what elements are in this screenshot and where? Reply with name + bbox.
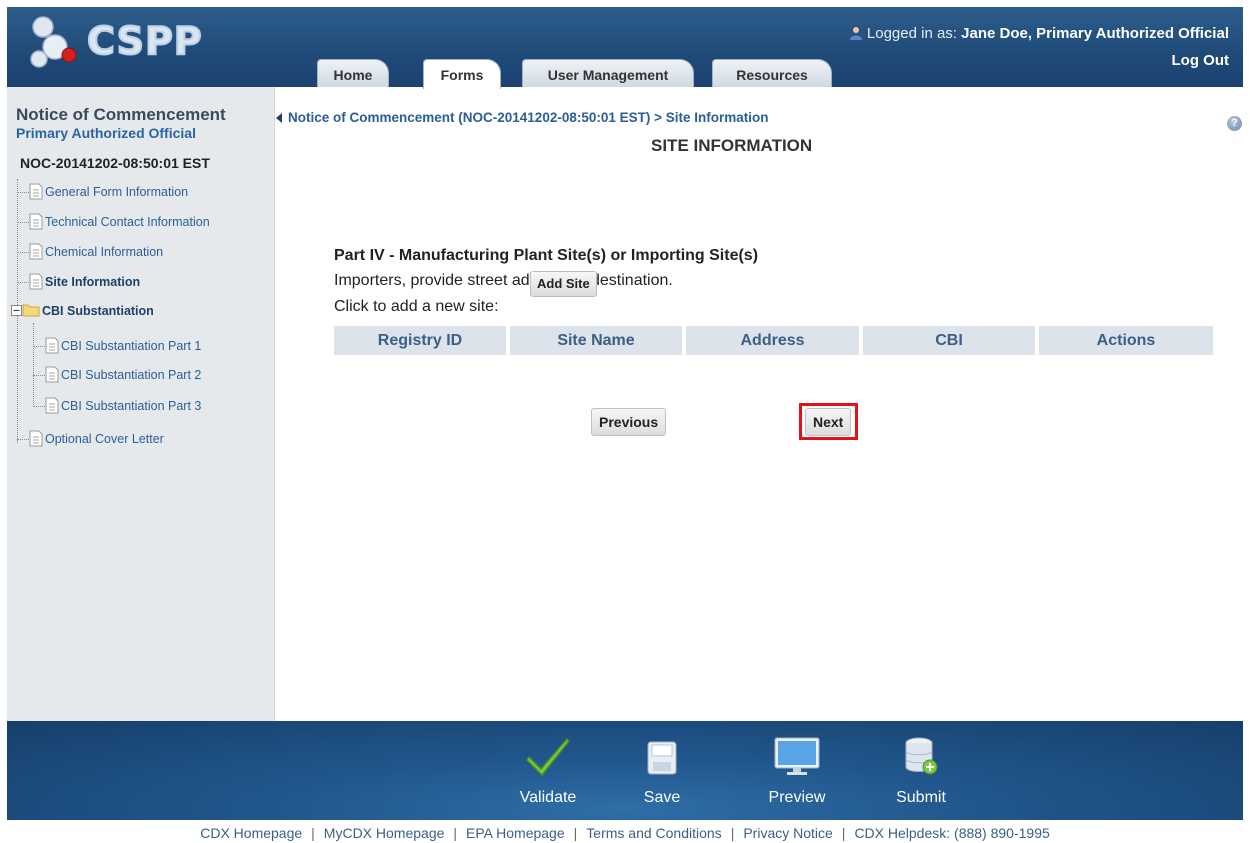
validate-button[interactable]: Validate <box>503 721 593 820</box>
sidebar-item-label: CBI Substantiation Part 3 <box>61 399 202 413</box>
logged-in-prefix: Logged in as: <box>866 25 957 42</box>
cspp-logo[interactable]: CSPP <box>25 13 225 73</box>
help-icon[interactable]: ? <box>1227 116 1242 131</box>
tree-branch <box>17 282 29 283</box>
column-header-site-name[interactable]: Site Name <box>510 326 682 355</box>
submit-label: Submit <box>896 789 946 806</box>
form-navigation-sidebar: Notice of Commencement Primary Authorize… <box>7 87 275 721</box>
document-icon <box>29 213 43 230</box>
save-button[interactable]: Save <box>627 721 697 820</box>
tab-forms[interactable]: Forms <box>423 59 501 89</box>
sidebar-item-cbi-substantiation[interactable]: CBI Substantiation <box>11 303 154 318</box>
footer-separator: | <box>730 825 735 841</box>
column-header-cbi[interactable]: CBI <box>863 326 1035 355</box>
site-table-header: Registry ID Site Name Address CBI Action… <box>334 326 1213 355</box>
sidebar-title: Notice of Commencement <box>16 105 226 124</box>
sidebar-item-technical-contact-information[interactable]: Technical Contact Information <box>17 213 210 230</box>
tree-branch <box>17 192 29 193</box>
tree-branch <box>33 346 45 347</box>
footer-link-epa-homepage[interactable]: EPA Homepage <box>466 825 565 841</box>
footer-link-privacy-notice[interactable]: Privacy Notice <box>743 825 832 841</box>
document-icon <box>45 397 59 414</box>
header-bar: CSPP Logged in as: Jane Doe, Primary Aut… <box>7 7 1243 89</box>
sidebar-role: Primary Authorized Official <box>16 125 196 141</box>
tab-resources[interactable]: Resources <box>712 59 832 87</box>
sidebar-item-general-form-information[interactable]: General Form Information <box>17 183 188 200</box>
sidebar-item-site-information[interactable]: Site Information <box>17 273 140 290</box>
tab-home[interactable]: Home <box>317 59 389 87</box>
document-icon <box>45 337 59 354</box>
part-title: Part IV - Manufacturing Plant Site(s) or… <box>334 247 759 264</box>
next-button[interactable]: Next <box>805 408 852 436</box>
monitor-icon <box>774 737 820 775</box>
sidebar-item-chemical-information[interactable]: Chemical Information <box>17 243 163 260</box>
save-label: Save <box>643 789 681 806</box>
form-action-bar: Validate Save Preview Submit <box>7 721 1243 820</box>
collapse-sidebar-arrow-icon[interactable] <box>276 113 282 123</box>
footer-separator: | <box>311 825 315 841</box>
document-icon <box>45 366 59 383</box>
sidebar-item-cbi-substantiation-part-3[interactable]: CBI Substantiation Part 3 <box>33 397 201 414</box>
floppy-disk-icon <box>647 741 677 775</box>
page-title: SITE INFORMATION <box>651 136 813 155</box>
document-icon <box>29 243 43 260</box>
preview-label: Preview <box>768 789 826 806</box>
column-header-address[interactable]: Address <box>686 326 859 355</box>
sidebar-item-label: CBI Substantiation <box>42 304 154 318</box>
document-icon <box>29 273 43 290</box>
sidebar-item-label: CBI Substantiation Part 1 <box>61 339 202 353</box>
footer-link-cdx-homepage[interactable]: CDX Homepage <box>200 825 302 841</box>
tree-branch <box>17 222 29 223</box>
form-id: NOC-20141202-08:50:01 EST <box>20 155 210 171</box>
tree-branch <box>17 439 29 440</box>
sidebar-item-label: Optional Cover Letter <box>45 432 164 446</box>
tab-user-management[interactable]: User Management <box>522 59 694 87</box>
footer-links: CDX Homepage | MyCDX Homepage | EPA Homepage… <box>0 825 1250 841</box>
tree-branch <box>33 406 45 407</box>
sidebar-item-label: CBI Substantiation Part 2 <box>61 368 202 382</box>
footer-link-terms-and-conditions[interactable]: Terms and Conditions <box>586 825 721 841</box>
column-header-actions[interactable]: Actions <box>1039 326 1213 355</box>
document-icon <box>29 183 43 200</box>
sidebar-item-optional-cover-letter[interactable]: Optional Cover Letter <box>17 430 164 447</box>
document-icon <box>29 430 43 447</box>
collapse-minus-icon[interactable] <box>11 305 22 316</box>
add-site-prompt: Click to add a new site: <box>334 298 499 315</box>
breadcrumb[interactable]: Notice of Commencement (NOC-20141202-08:… <box>288 110 769 125</box>
logo-text: CSPP <box>86 18 203 64</box>
sidebar-item-cbi-substantiation-part-1[interactable]: CBI Substantiation Part 1 <box>33 337 201 354</box>
footer-separator: | <box>453 825 458 841</box>
logged-in-status: Logged in as: Jane Doe, Primary Authoriz… <box>849 25 1229 42</box>
add-site-button[interactable]: Add Site <box>530 271 597 297</box>
footer-link-cdx-helpdesk[interactable]: CDX Helpdesk: (888) 890-1995 <box>854 825 1049 841</box>
preview-button[interactable]: Preview <box>752 721 842 820</box>
footer-link-mycdx-homepage[interactable]: MyCDX Homepage <box>324 825 445 841</box>
column-header-registry-id[interactable]: Registry ID <box>334 326 506 355</box>
validate-label: Validate <box>519 789 577 806</box>
tree-connector <box>33 323 34 407</box>
molecule-icon <box>30 16 77 68</box>
tree-branch <box>17 252 29 253</box>
submit-button[interactable]: Submit <box>886 721 956 820</box>
instruction-text: Importers, provide street address of des… <box>334 272 673 289</box>
sidebar-item-label: General Form Information <box>45 185 189 199</box>
previous-button[interactable]: Previous <box>591 408 667 436</box>
sidebar-item-cbi-substantiation-part-2[interactable]: CBI Substantiation Part 2 <box>33 366 201 383</box>
sidebar-item-label: Technical Contact Information <box>45 215 210 229</box>
logout-link[interactable]: Log Out <box>1172 52 1229 69</box>
database-submit-icon <box>905 737 938 775</box>
footer-separator: | <box>841 825 846 841</box>
user-name: Jane Doe, Primary Authorized Official <box>961 25 1229 42</box>
sidebar-item-label: Chemical Information <box>45 245 164 259</box>
folder-open-icon <box>22 304 40 317</box>
sidebar-item-label: Site Information <box>45 275 141 289</box>
footer-separator: | <box>573 825 578 841</box>
checkmark-icon <box>526 737 571 777</box>
user-icon <box>849 27 862 40</box>
tree-branch <box>33 375 45 376</box>
